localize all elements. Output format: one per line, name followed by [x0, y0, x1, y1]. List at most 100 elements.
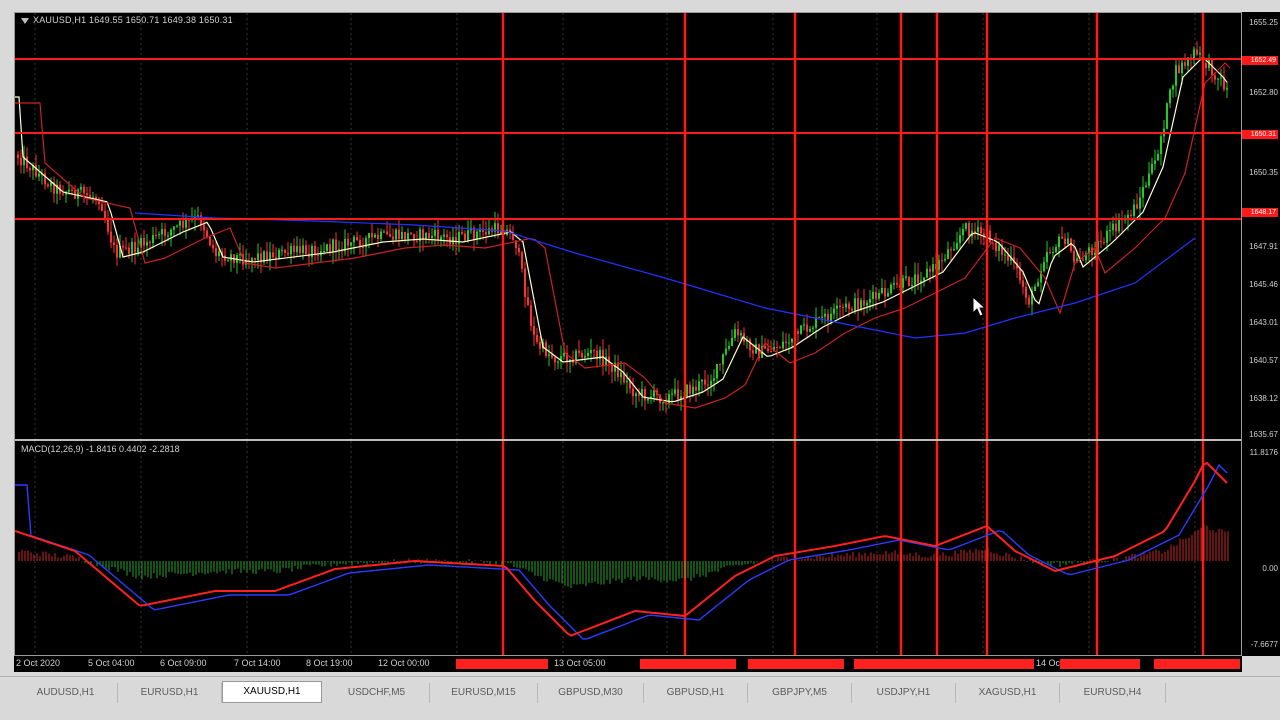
candle-body: [443, 234, 445, 237]
candle-body: [581, 352, 583, 358]
chart-window[interactable]: XAUUSD,H1 1649.55 1650.71 1649.38 1650.3…: [14, 12, 1242, 656]
candle-body: [1142, 187, 1144, 198]
candle-body: [1094, 252, 1096, 255]
tab-eurusd-h1[interactable]: EURUSD,H1: [118, 683, 222, 703]
time-label: 2 Oct 2020: [16, 658, 61, 668]
candle-body: [227, 260, 229, 262]
candle-body: [185, 219, 187, 228]
candle-body: [1034, 286, 1036, 291]
price-scale[interactable]: 1655.25 1652.49 1652.80 1650.31 1650.35 …: [1242, 12, 1280, 656]
vline-time-marker: [1154, 659, 1240, 669]
tab-eurusd-m15[interactable]: EURUSD,M15: [430, 683, 538, 703]
candle-body: [779, 347, 781, 349]
tab-xauusd-h1[interactable]: XAUUSD,H1: [222, 681, 322, 703]
time-axis[interactable]: 2 Oct 2020 5 Oct 04:00 6 Oct 09:00 7 Oct…: [14, 656, 1242, 672]
tab-usdchf-m5[interactable]: USDCHF,M5: [324, 683, 430, 703]
candle-body: [434, 229, 436, 236]
time-label: 13 Oct 05:00: [554, 658, 606, 668]
candle-body: [695, 386, 697, 391]
candle-body: [383, 231, 385, 233]
candle-body: [803, 324, 805, 326]
candle-body: [461, 231, 463, 234]
candle-body: [116, 244, 118, 258]
candle-body: [104, 211, 106, 219]
tab-gbpjpy-m5[interactable]: GBPJPY,M5: [748, 683, 852, 703]
mouse-pointer-icon: [972, 296, 987, 317]
macd-pane[interactable]: MACD(12,26,9) -1.8416 0.4402 -2.2818: [15, 441, 1241, 655]
candle-body: [587, 353, 589, 357]
candle-body: [1166, 103, 1168, 129]
candle-body: [335, 239, 337, 251]
candle-body: [272, 252, 274, 258]
macd-chart-canvas[interactable]: [15, 441, 1241, 655]
candle-body: [323, 250, 325, 252]
candle-body: [584, 356, 586, 358]
candle-body: [917, 274, 919, 284]
tab-gbpusd-h1[interactable]: GBPUSD,H1: [644, 683, 748, 703]
candle-body: [533, 325, 535, 336]
candle-body: [548, 354, 550, 357]
candle-body: [530, 305, 532, 326]
candle-body: [71, 189, 73, 191]
tab-eurusd-h4[interactable]: EURUSD,H4: [1060, 683, 1166, 703]
candle-body: [416, 240, 418, 242]
candle-body: [962, 228, 964, 236]
candle-body: [863, 300, 865, 306]
price-chart-canvas[interactable]: [15, 13, 1241, 439]
candle-body: [377, 234, 379, 240]
candle-body: [299, 246, 301, 254]
candle-body: [725, 348, 727, 355]
candle-body: [302, 245, 304, 254]
candle-body: [29, 168, 31, 171]
candle-body: [716, 363, 718, 379]
chevron-down-icon[interactable]: [21, 17, 29, 24]
candle-body: [215, 248, 217, 256]
candle-body: [866, 302, 868, 306]
tab-audusd-h1[interactable]: AUDUSD,H1: [14, 683, 118, 703]
candle-body: [722, 354, 724, 365]
candle-body: [1082, 259, 1084, 261]
candle-body: [1064, 238, 1066, 244]
tab-xagusd-h1[interactable]: XAGUSD,H1: [956, 683, 1060, 703]
candle-body: [266, 251, 268, 261]
candle-body: [1160, 136, 1162, 154]
tab-usdjpy-h1[interactable]: USDJPY,H1: [852, 683, 956, 703]
candle-body: [428, 233, 430, 239]
candle-body: [68, 189, 70, 192]
candle-body: [1217, 78, 1219, 80]
candle-body: [998, 245, 1000, 251]
candle-body: [134, 241, 136, 253]
candle-body: [389, 234, 391, 237]
price-label: 1652.80: [1249, 88, 1278, 97]
candle-body: [278, 249, 280, 259]
candle-body: [875, 291, 877, 299]
candle-body: [131, 241, 133, 254]
candle-body: [626, 380, 628, 383]
candle-body: [1115, 223, 1117, 232]
candle-body: [965, 222, 967, 229]
candle-body: [830, 313, 832, 322]
candle-body: [692, 386, 694, 394]
candle-body: [1193, 49, 1195, 59]
candle-body: [890, 284, 892, 294]
candle-body: [1055, 247, 1057, 252]
candle-body: [956, 243, 958, 250]
candle-body: [620, 372, 622, 378]
candle-body: [905, 276, 907, 279]
candle-body: [1157, 153, 1159, 161]
candle-body: [647, 398, 649, 401]
time-label: 6 Oct 09:00: [160, 658, 207, 668]
candle-body: [713, 378, 715, 381]
candle-body: [902, 278, 904, 288]
candle-body: [968, 222, 970, 237]
candle-body: [62, 193, 64, 195]
tab-gbpusd-m30[interactable]: GBPUSD,M30: [538, 683, 644, 703]
price-pane[interactable]: XAUUSD,H1 1649.55 1650.71 1649.38 1650.3…: [15, 13, 1241, 439]
candle-body: [854, 298, 856, 311]
candle-body: [47, 184, 49, 187]
candle-body: [884, 288, 886, 297]
candle-body: [833, 308, 835, 314]
candle-body: [143, 238, 145, 246]
candle-body: [686, 384, 688, 398]
candle-body: [536, 335, 538, 342]
